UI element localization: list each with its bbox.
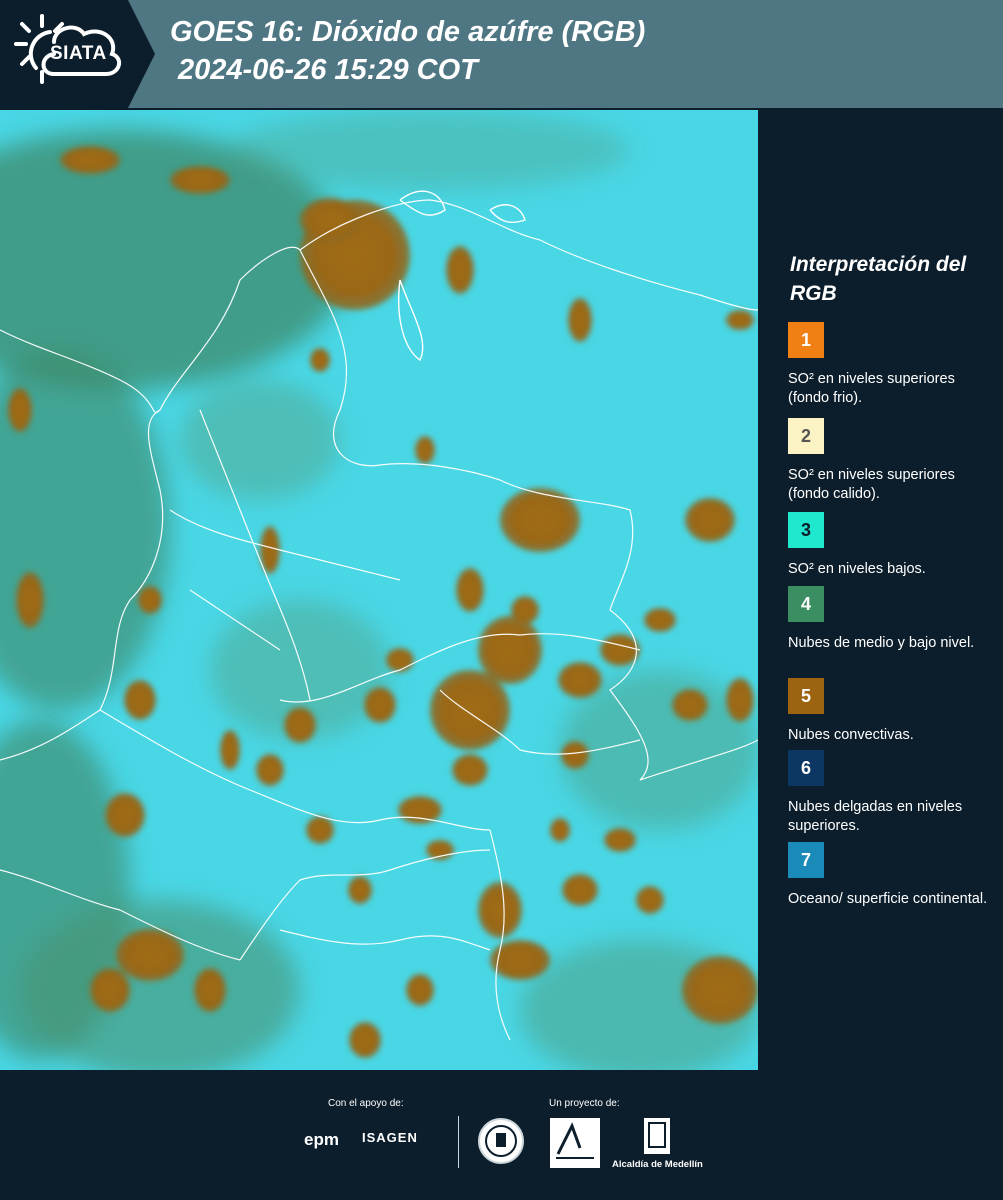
legend-number-5: 5 — [800, 685, 811, 706]
legend-swatch-6: 6 — [788, 750, 824, 786]
alcaldia-shield-icon — [644, 1118, 670, 1154]
legend-number-3: 3 — [800, 519, 811, 540]
header: SIATA GOES 16: Dióxido de azúfre (RGB) 2… — [0, 0, 1003, 108]
legend-text-7: Oceano/ superficie continental. — [788, 891, 988, 907]
legend-title: Interpretación del RGB — [790, 253, 967, 305]
epm-logo: epm — [304, 1130, 339, 1149]
project-label: Un proyecto de: — [549, 1098, 620, 1109]
isagen-logo: ISAGEN — [362, 1130, 418, 1145]
medellin-seal-icon — [478, 1118, 524, 1164]
alcaldia-text: Alcaldía de Medellín — [612, 1159, 703, 1170]
legend-item-4: 4 Nubes de medio y bajo nivel. — [788, 586, 988, 653]
footer: Con el apoyo de: Un proyecto de: epm ISA… — [0, 1070, 1003, 1200]
legend-text-5: Nubes convectivas. — [788, 727, 914, 743]
legend-number-4: 4 — [800, 593, 811, 614]
legend-item-2: 2 SO² en niveles superiores (fondo calid… — [788, 418, 988, 504]
legend-number-6: 6 — [800, 757, 811, 778]
legend-text-2: SO² en niveles superiores (fondo calido)… — [788, 467, 955, 502]
footer-divider — [458, 1116, 459, 1168]
page-title: GOES 16: Dióxido de azúfre (RGB) — [170, 16, 646, 48]
legend-text-3: SO² en niveles bajos. — [788, 561, 926, 577]
legend-item-5: 5 Nubes convectivas. — [788, 678, 988, 745]
legend-text-4: Nubes de medio y bajo nivel. — [788, 635, 975, 651]
legend-item-7: 7 Oceano/ superficie continental. — [788, 842, 988, 909]
legend-text-6: Nubes delgadas en niveles superiores. — [788, 799, 963, 834]
siata-logo-text: SIATA — [50, 43, 107, 64]
siata-logo: SIATA — [0, 0, 155, 108]
area-metropolitana-logo — [550, 1118, 600, 1168]
legend-number-1: 1 — [800, 329, 811, 350]
satellite-map[interactable] — [0, 110, 758, 1070]
legend-text-1: SO² en niveles superiores (fondo frio). — [788, 371, 955, 406]
legend-number-7: 7 — [800, 849, 811, 870]
legend-item-1: 1 SO² en niveles superiores (fondo frio)… — [788, 322, 988, 408]
legend-swatch-1: 1 — [788, 322, 824, 358]
support-label: Con el apoyo de: — [328, 1098, 404, 1109]
legend-swatch-7: 7 — [788, 842, 824, 878]
legend-panel: Interpretación del RGB 1 SO² en niveles … — [762, 110, 1003, 1070]
legend-item-6: 6 Nubes delgadas en niveles superiores. — [788, 750, 988, 836]
legend-number-2: 2 — [800, 425, 811, 446]
legend-item-3: 3 SO² en niveles bajos. — [788, 512, 988, 579]
timestamp: 2024-06-26 15:29 COT — [178, 54, 478, 86]
legend-swatch-3: 3 — [788, 512, 824, 548]
legend-swatch-4: 4 — [788, 586, 824, 622]
legend-swatch-2: 2 — [788, 418, 824, 454]
legend-swatch-5: 5 — [788, 678, 824, 714]
